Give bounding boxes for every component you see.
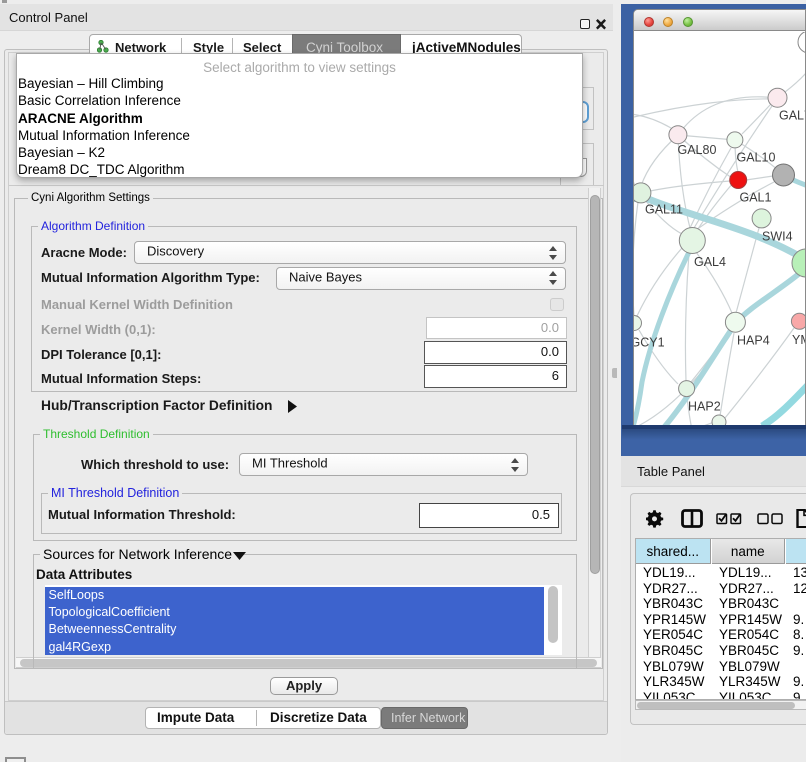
svg-text:GAL10: GAL10 (737, 151, 776, 165)
svg-text:SWI4: SWI4 (762, 230, 793, 244)
svg-text:GAL7: GAL7 (779, 109, 806, 123)
svg-text:YM: YM (792, 333, 806, 347)
svg-text:GAL4: GAL4 (694, 255, 726, 269)
svg-text:HAP2: HAP2 (688, 400, 721, 414)
svg-text:GCY1: GCY1 (634, 336, 665, 350)
svg-text:GAL1: GAL1 (740, 191, 772, 205)
svg-text:GAL11: GAL11 (645, 203, 683, 217)
svg-text:GAL80: GAL80 (678, 143, 717, 157)
svg-text:HAP4: HAP4 (737, 334, 770, 348)
